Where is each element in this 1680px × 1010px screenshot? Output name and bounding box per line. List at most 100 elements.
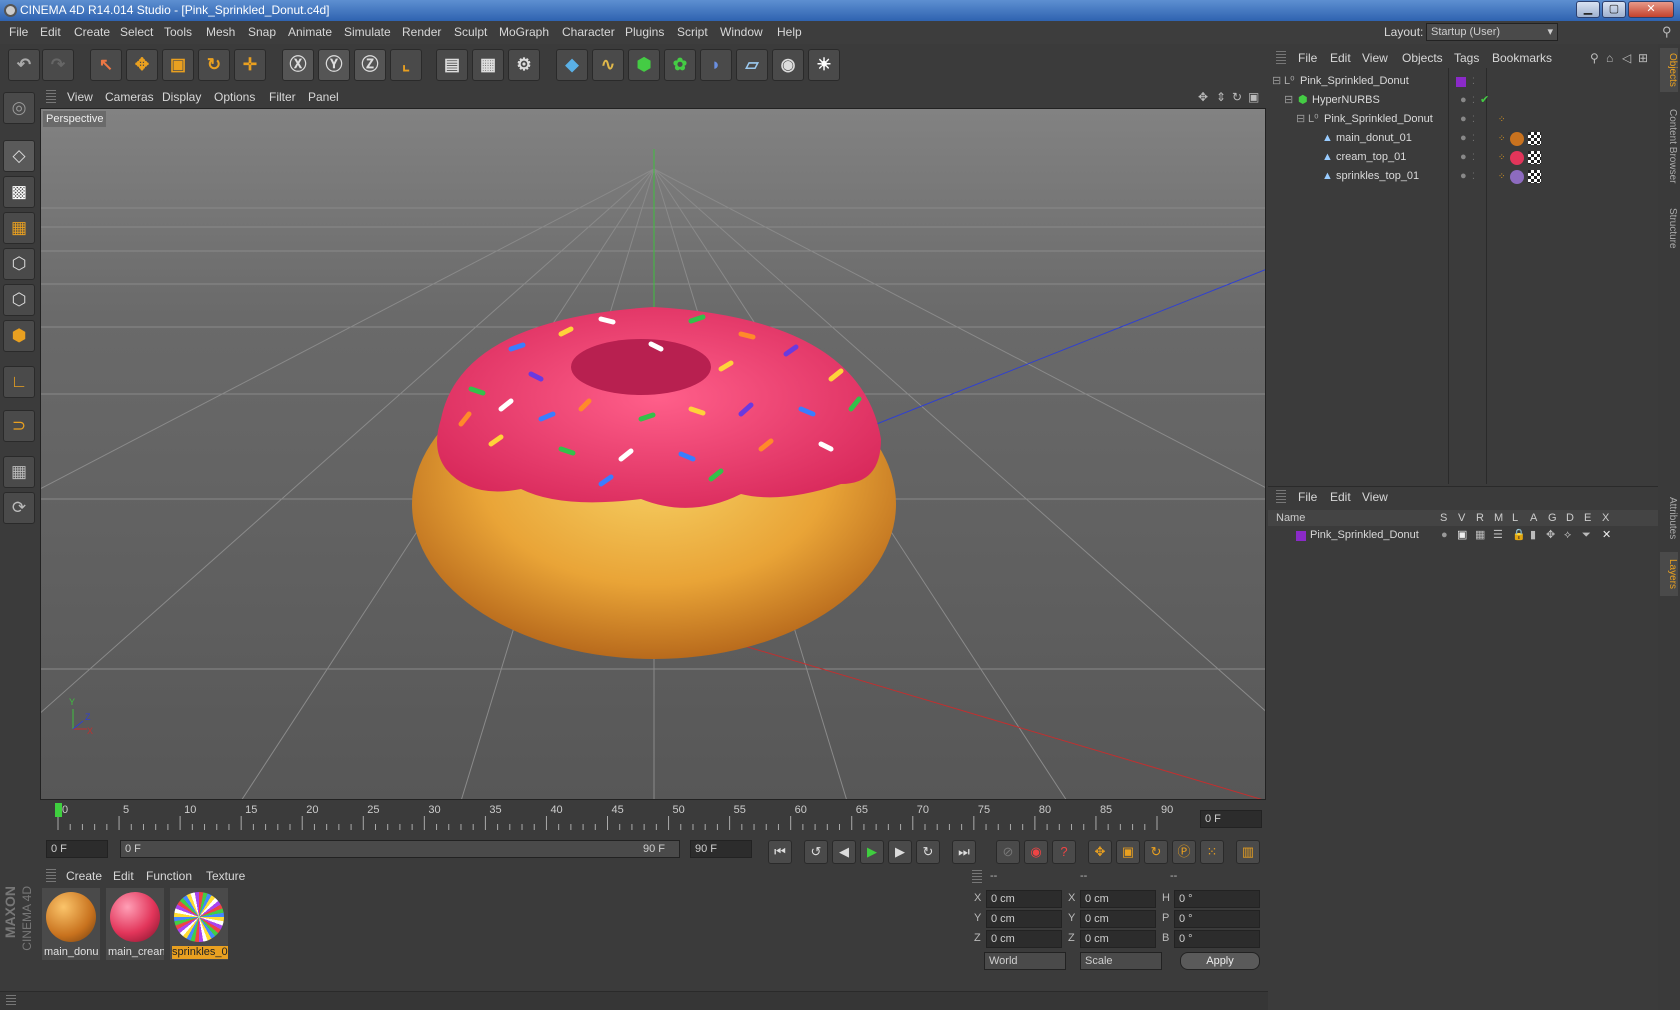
texture-mode-icon[interactable]: ▩	[3, 176, 35, 208]
keyframe-selection-icon[interactable]: ?	[1052, 840, 1076, 864]
visibility-dots-icon[interactable]: ⁚	[1472, 110, 1475, 129]
panel-grip[interactable]	[46, 90, 56, 104]
cube-icon[interactable]: ◆	[556, 49, 588, 81]
object-row[interactable]: ▲ cream_top_01 ● ⁚ ⁘	[1272, 148, 1652, 167]
light-icon[interactable]: ☀	[808, 49, 840, 81]
size-y-field[interactable]: 0 cm	[1080, 910, 1156, 928]
coord-mode-select[interactable]: Scale	[1080, 952, 1162, 970]
obj-menu-edit[interactable]: Edit	[1330, 48, 1351, 68]
deformer-icon[interactable]: ◗	[700, 49, 732, 81]
menu-mesh[interactable]: Mesh	[206, 21, 235, 44]
key-scale-icon[interactable]: ▣	[1116, 840, 1140, 864]
col-name[interactable]: Name	[1276, 510, 1305, 526]
panel-grip[interactable]	[46, 869, 56, 883]
col-d[interactable]: D	[1566, 510, 1574, 526]
menu-script[interactable]: Script	[677, 21, 708, 44]
menu-snap[interactable]: Snap	[248, 21, 276, 44]
prev-frame-icon[interactable]: ◀	[832, 840, 856, 864]
timeline-ruler[interactable]: 0 5 10 15 20 25 30 35 40 45 50 55 60 65 70 75 80 85 90	[40, 802, 1266, 836]
col-m[interactable]: M	[1494, 510, 1503, 526]
close-button[interactable]: ✕	[1628, 1, 1674, 18]
expressions-icon[interactable]: ⏷	[1582, 527, 1591, 544]
workplane-icon[interactable]: ▦	[3, 212, 35, 244]
tree-expand-icon[interactable]: ⊟	[1296, 110, 1305, 129]
vp-menu-panel[interactable]: Panel	[308, 86, 339, 108]
render-icon[interactable]: ▦	[1475, 527, 1485, 544]
panel-grip[interactable]	[6, 995, 16, 1007]
visibility-dot-icon[interactable]: ●	[1460, 91, 1467, 110]
mat-menu-create[interactable]: Create	[66, 866, 102, 886]
next-frame-icon[interactable]: ▶	[888, 840, 912, 864]
make-editable-icon[interactable]: ◎	[3, 92, 35, 124]
axis-mode-icon[interactable]: ∟	[3, 366, 35, 398]
col-x[interactable]: X	[1602, 510, 1609, 526]
vp-menu-view[interactable]: View	[67, 86, 93, 108]
tab-objects[interactable]: Objects	[1660, 48, 1678, 92]
menu-plugins[interactable]: Plugins	[625, 21, 664, 44]
coordinate-system-icon[interactable]: ⌞	[390, 49, 422, 81]
col-v[interactable]: V	[1458, 510, 1465, 526]
end-frame-field[interactable]: 90 F	[690, 840, 752, 858]
panel-grip[interactable]	[1276, 51, 1286, 65]
tag-icon[interactable]: ⁘	[1498, 148, 1506, 167]
deformers-icon[interactable]: ⟡	[1564, 527, 1571, 544]
col-g[interactable]: G	[1548, 510, 1557, 526]
timeline-window-icon[interactable]: ▥	[1236, 840, 1260, 864]
locked-workplane-icon[interactable]: ▦	[3, 456, 35, 488]
material-swatch[interactable]: main_donu	[42, 888, 100, 960]
col-a[interactable]: A	[1530, 510, 1537, 526]
vp-menu-filter[interactable]: Filter	[269, 86, 296, 108]
visibility-dot-icon[interactable]: ●	[1460, 129, 1467, 148]
size-z-field[interactable]: 0 cm	[1080, 930, 1156, 948]
menu-window[interactable]: Window	[720, 21, 763, 44]
layer-menu-edit[interactable]: Edit	[1330, 487, 1351, 507]
rot-h-field[interactable]: 0 °	[1174, 890, 1260, 908]
tab-content-browser[interactable]: Content Browser	[1660, 96, 1678, 196]
material-swatch[interactable]: main_crean	[106, 888, 164, 960]
lock-icon[interactable]: 🔒	[1512, 527, 1526, 544]
mat-menu-texture[interactable]: Texture	[206, 866, 245, 886]
mat-menu-edit[interactable]: Edit	[113, 866, 134, 886]
obj-menu-tags[interactable]: Tags	[1454, 48, 1479, 68]
size-x-field[interactable]: 0 cm	[1080, 890, 1156, 908]
object-row[interactable]: ⊟ L⁰ Pink_Sprinkled_Donut ⁚	[1272, 72, 1652, 91]
undo-icon[interactable]: ↶	[8, 49, 40, 81]
z-axis-icon[interactable]: Ⓩ	[354, 49, 386, 81]
key-pla-icon[interactable]: ⁙	[1200, 840, 1224, 864]
x-axis-icon[interactable]: Ⓧ	[282, 49, 314, 81]
panel-grip[interactable]	[972, 870, 982, 884]
enabled-check-icon[interactable]: ✔	[1480, 91, 1489, 110]
tag-icon[interactable]: ⁘	[1498, 110, 1506, 129]
material-tag-icon[interactable]	[1510, 132, 1524, 146]
visibility-dots-icon[interactable]: ⁚	[1472, 148, 1475, 167]
tab-layers[interactable]: Layers	[1660, 552, 1678, 596]
rot-p-field[interactable]: 0 °	[1174, 910, 1260, 928]
edges-mode-icon[interactable]: ⬡	[3, 284, 35, 316]
camera-icon[interactable]: ◉	[772, 49, 804, 81]
object-row[interactable]: ▲ main_donut_01 ● ⁚ ⁘	[1272, 129, 1652, 148]
menu-file[interactable]: File	[9, 21, 28, 44]
tree-expand-icon[interactable]: ⊟	[1284, 91, 1293, 110]
record-icon[interactable]: ⊘	[996, 840, 1020, 864]
redo-icon[interactable]: ↷	[42, 49, 74, 81]
menu-edit[interactable]: Edit	[40, 21, 61, 44]
tree-expand-icon[interactable]: ⊟	[1272, 72, 1281, 91]
menu-simulate[interactable]: Simulate	[344, 21, 391, 44]
xref-icon[interactable]: ✕	[1602, 527, 1611, 544]
add-icon[interactable]: ✛	[234, 49, 266, 81]
col-r[interactable]: R	[1476, 510, 1484, 526]
menu-tools[interactable]: Tools	[164, 21, 192, 44]
model-mode-icon[interactable]: ◇	[3, 140, 35, 172]
scale-icon[interactable]: ▣	[162, 49, 194, 81]
uvw-tag-icon[interactable]	[1528, 151, 1541, 164]
new-view-icon[interactable]: ⊞	[1638, 48, 1648, 68]
home-icon[interactable]: ⌂	[1606, 48, 1613, 68]
current-frame-field[interactable]: 0 F	[1200, 810, 1262, 828]
visibility-dot-icon[interactable]: ●	[1460, 167, 1467, 186]
col-e[interactable]: E	[1584, 510, 1591, 526]
menu-mograph[interactable]: MoGraph	[499, 21, 549, 44]
uvw-tag-icon[interactable]	[1528, 132, 1541, 145]
next-key-icon[interactable]: ↻	[916, 840, 940, 864]
rot-b-field[interactable]: 0 °	[1174, 930, 1260, 948]
goto-start-icon[interactable]: ⏮	[768, 840, 792, 864]
